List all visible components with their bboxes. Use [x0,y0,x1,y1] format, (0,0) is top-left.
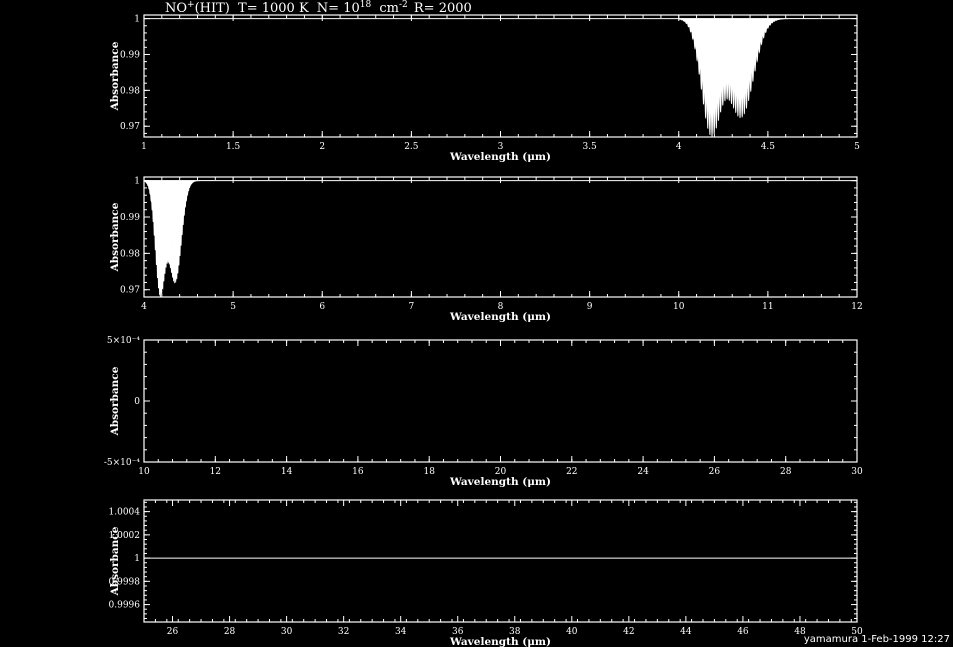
y-tick-label: 5×10⁻⁴ [107,336,140,346]
y-tick-label: 1 [134,177,140,187]
x-axis-label: Wavelength (μm) [449,311,551,323]
x-tick-label: 30 [851,467,863,477]
x-tick-label: 12 [851,302,862,312]
y-tick-label: 1 [134,554,140,564]
plot-frame [143,339,858,463]
x-tick-label: 30 [281,627,293,637]
y-tick-label: 0.99 [120,50,140,60]
x-tick-label: 40 [566,627,578,637]
y-tick-label: 1.0004 [109,508,141,518]
x-tick-label: 4.5 [761,142,776,152]
x-tick-label: 28 [780,467,792,477]
x-tick-label: 6 [319,302,325,312]
x-tick-label: 5 [854,142,860,152]
x-tick-label: 32 [338,627,349,637]
y-tick-label: -5×10⁻⁴ [104,458,141,468]
y-tick-label: 0.99 [120,213,140,223]
x-tick-label: 3.5 [582,142,597,152]
x-tick-label: 34 [395,627,407,637]
y-tick-label: 1 [134,15,140,25]
y-axis-label: Absorbance [109,526,121,596]
x-tick-label: 14 [281,467,293,477]
plot-frame [143,499,858,623]
x-tick-label: 1 [141,142,147,152]
chart-panel-2: 4 5 6 7 8 9 10 11 120.970.980.991Wavelength (μm)… [109,176,863,323]
y-axis-label: Absorbance [109,202,121,272]
chart-panel-4: 26 28 30 32 34 36 38 40 42 44 46 48 500.99960.999811… [109,499,863,647]
x-tick-label: 44 [680,627,692,637]
x-axis-label: Wavelength (μm) [449,476,551,488]
spectrum-figure: NO+(HIT) T= 1000 K N= 1018 cm-2 R= 2000 … [104,0,863,647]
chart-panel-3: 10 12 14 16 18 20 22 24 26 28 30-5×10⁻⁴05×10⁻⁴Wave… [104,336,863,488]
x-tick-label: 22 [566,467,577,477]
y-tick-label: 0.97 [120,286,140,296]
x-tick-label: 26 [709,467,721,477]
y-tick-label: 0.97 [120,122,140,132]
y-axis-label: Absorbance [109,366,121,436]
x-tick-label: 28 [224,627,236,637]
x-tick-label: 9 [587,302,593,312]
x-tick-label: 7 [409,302,415,312]
y-tick-label: 0 [134,397,140,407]
x-tick-label: 5 [230,302,236,312]
author-date-stamp: yamamura 1-Feb-1999 12:27 [803,634,950,645]
y-tick-label: 0.98 [120,249,140,259]
x-tick-label: 18 [423,467,435,477]
plot-frame [143,176,858,298]
x-tick-label: 2.5 [404,142,419,152]
x-tick-label: 4 [141,302,147,312]
y-tick-label: 0.98 [120,86,140,96]
chart-panel-1: 1 1.5 2 2.5 3 3.5 4 4.5 50.970.980.991Wavelength… [109,14,860,163]
x-axis-label: Wavelength (μm) [449,151,551,163]
x-tick-label: 26 [167,627,179,637]
x-tick-label: 10 [138,467,150,477]
x-axis-label: Wavelength (μm) [449,636,551,647]
y-axis-label: Absorbance [109,41,121,111]
x-tick-label: 16 [352,467,364,477]
x-tick-label: 10 [673,302,685,312]
x-tick-label: 42 [623,627,634,637]
absorption-bands [678,18,818,137]
x-tick-label: 2 [319,142,325,152]
x-tick-label: 1.5 [226,142,241,152]
x-tick-label: 12 [210,467,221,477]
x-tick-label: 46 [737,627,749,637]
figure-title: NO+(HIT) T= 1000 K N= 1018 cm-2 R= 2000 [165,0,472,16]
absorption-bands [143,180,214,298]
x-tick-label: 11 [762,302,773,312]
y-tick-label: 0.9996 [109,601,141,611]
x-tick-label: 24 [637,467,649,477]
x-tick-label: 4 [676,142,682,152]
